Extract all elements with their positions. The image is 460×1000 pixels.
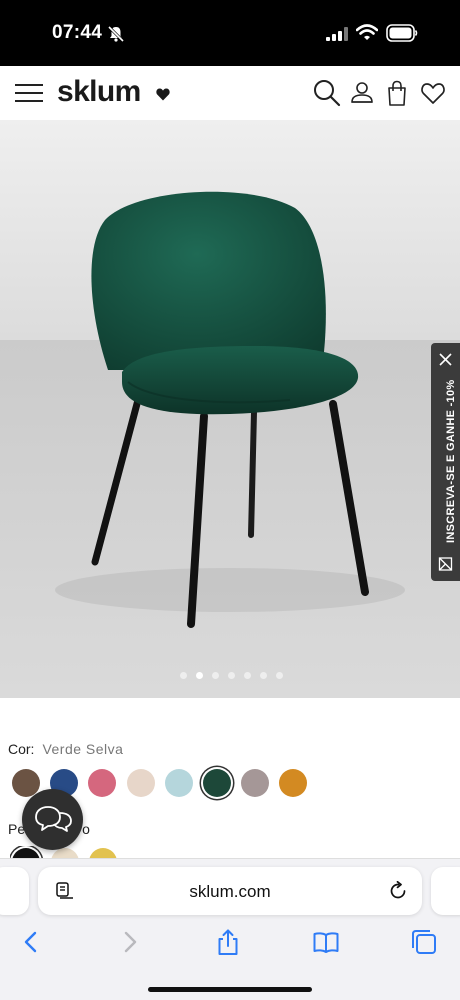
forward-icon[interactable]: [117, 929, 143, 955]
color-swatch-green[interactable]: [203, 769, 231, 797]
status-bar: 07:44: [0, 0, 460, 66]
share-icon[interactable]: [215, 929, 241, 955]
tabs-icon[interactable]: [411, 929, 437, 955]
color-label: Cor:: [8, 741, 35, 757]
chat-bubbles-icon: [35, 806, 72, 832]
green-velvet-chair-photo: [0, 120, 460, 698]
close-icon[interactable]: [439, 353, 452, 366]
color-swatch-pink[interactable]: [88, 769, 117, 797]
gallery-dot[interactable]: [243, 672, 251, 679]
wishlist-heart-icon[interactable]: [418, 78, 448, 108]
gallery-dot[interactable]: [227, 672, 235, 679]
url-text: sklum.com: [189, 882, 271, 901]
color-swatch-beige[interactable]: [126, 769, 155, 797]
newsletter-text: INSCREVA-SE E GANHE -10%: [445, 379, 457, 543]
gallery-dot[interactable]: [179, 672, 187, 679]
signal-icon: [326, 27, 348, 41]
color-label-row: Cor: Verde Selva: [8, 741, 123, 757]
gallery-dot[interactable]: [275, 672, 283, 679]
mail-icon: [438, 557, 453, 571]
next-tab-preview[interactable]: [431, 867, 460, 915]
status-time: 07:44: [52, 22, 103, 43]
logo-heart-icon: [156, 88, 170, 101]
search-icon[interactable]: [312, 78, 342, 108]
color-swatch-mustard[interactable]: [279, 769, 308, 797]
gallery-dot[interactable]: [259, 672, 267, 679]
previous-tab-preview[interactable]: [0, 867, 29, 915]
account-icon[interactable]: [347, 78, 377, 108]
bell-slash-icon: [107, 25, 125, 43]
product-image[interactable]: [0, 120, 460, 698]
battery-icon: [386, 24, 418, 42]
site-header: sklum: [0, 66, 460, 120]
gallery-dot[interactable]: [211, 672, 219, 679]
back-icon[interactable]: [18, 929, 44, 955]
color-swatch-light-blue[interactable]: [164, 769, 193, 797]
cart-icon[interactable]: [382, 78, 412, 108]
bookmarks-icon[interactable]: [313, 929, 339, 955]
address-bar[interactable]: sklum.com: [38, 867, 422, 915]
color-value: Verde Selva: [42, 741, 124, 757]
site-logo[interactable]: sklum: [57, 75, 141, 109]
color-swatch-grey[interactable]: [241, 769, 270, 797]
gallery-dots: [0, 672, 460, 682]
reload-icon[interactable]: [389, 881, 408, 900]
chat-button[interactable]: [22, 789, 83, 850]
safari-toolbar: sklum.com: [0, 858, 460, 1000]
gallery-dot[interactable]: [195, 672, 203, 679]
home-indicator: [148, 987, 312, 992]
menu-icon[interactable]: [15, 82, 43, 104]
newsletter-tab[interactable]: INSCREVA-SE E GANHE -10%: [431, 343, 460, 581]
wifi-icon: [356, 24, 378, 40]
